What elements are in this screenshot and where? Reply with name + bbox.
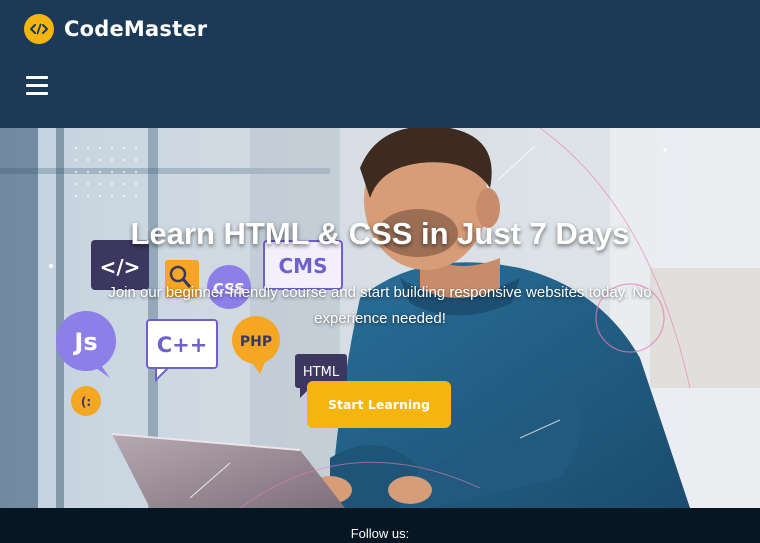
svg-text:(:: (: (81, 395, 91, 409)
site-footer: Follow us: (0, 508, 760, 543)
code-brackets-icon (24, 14, 54, 44)
svg-text:PHP: PHP (240, 334, 272, 350)
svg-text:CMS: CMS (279, 254, 328, 278)
svg-text:HTML: HTML (303, 365, 340, 380)
site-header: CodeMaster (0, 0, 760, 128)
brand[interactable]: CodeMaster (24, 14, 207, 44)
svg-text:</>: </> (100, 255, 141, 279)
hamburger-menu-icon[interactable] (26, 74, 48, 96)
hero-section: </> CSS CMS Js C++ PHP HTML (: Learn HTM… (0, 128, 760, 508)
hero-description: Join our beginner-friendly course and st… (108, 284, 652, 327)
emoji-icon: (: (71, 386, 101, 416)
hero-title: Learn HTML & CSS in Just 7 Days (130, 216, 630, 251)
svg-text:Js: Js (72, 328, 97, 356)
start-learning-button[interactable]: Start Learning (307, 381, 451, 428)
brand-name: CodeMaster (64, 17, 208, 41)
follow-us-label: Follow us: (350, 526, 410, 541)
svg-text:C++: C++ (157, 333, 208, 357)
